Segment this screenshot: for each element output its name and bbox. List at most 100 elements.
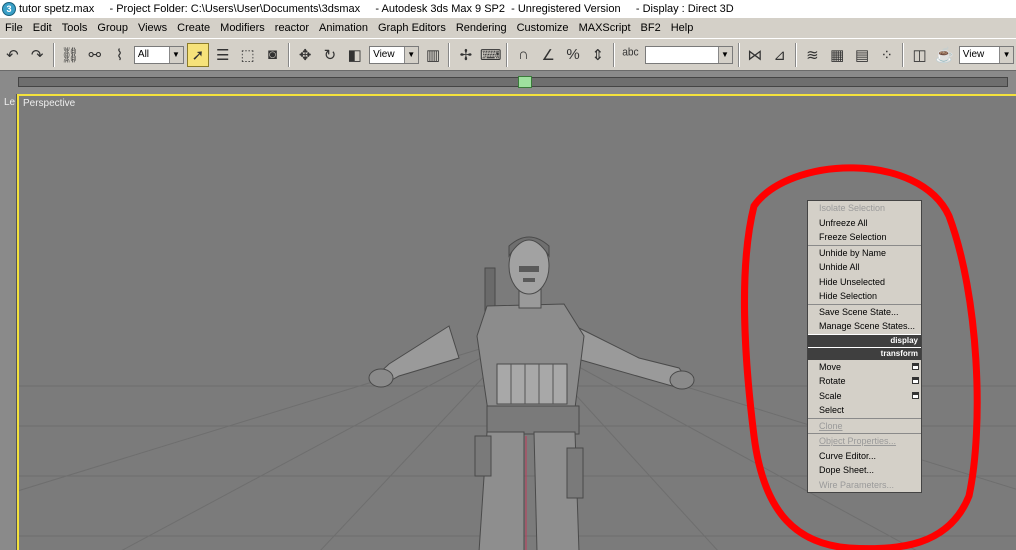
- select-and-rotate-icon[interactable]: ↻: [319, 43, 342, 67]
- toolbar-separator: [613, 42, 616, 67]
- settings-box-icon[interactable]: [912, 391, 919, 399]
- dropdown-arrow-icon: ▼: [717, 46, 732, 63]
- menu-rendering[interactable]: Rendering: [451, 18, 512, 38]
- toolbar-separator: [795, 42, 798, 67]
- select-by-name-icon[interactable]: ☰: [211, 43, 234, 67]
- quad-item-freeze-selection[interactable]: Freeze Selection: [808, 230, 921, 245]
- menu-group[interactable]: Group: [92, 18, 133, 38]
- schematic-view-icon[interactable]: ▤: [851, 43, 874, 67]
- menu-modifiers[interactable]: Modifiers: [215, 18, 270, 38]
- quad-item-clone: Clone: [819, 420, 843, 431]
- reference-coordinate-dropdown[interactable]: View ▼: [369, 45, 419, 64]
- quad-item-isolate-selection: Isolate Selection: [819, 203, 886, 213]
- percent-snap-icon[interactable]: %: [562, 43, 585, 67]
- 3dsmax-logo-icon: 3: [2, 2, 16, 16]
- quad-menu: Isolate Selection Unfreeze All Freeze Se…: [807, 200, 922, 493]
- align-icon[interactable]: ⊿: [768, 43, 791, 67]
- selection-filter-value: All: [137, 49, 150, 60]
- angle-snap-icon[interactable]: ∠: [537, 43, 560, 67]
- quad-scene-state-group: Save Scene State... Manage Scene States.…: [808, 305, 921, 334]
- toolbar-separator: [287, 42, 290, 67]
- select-and-scale-icon[interactable]: ◧: [343, 43, 366, 67]
- perspective-viewport[interactable]: Perspective Isolate Selection Unfreeze A…: [17, 94, 1016, 550]
- menu-reactor[interactable]: reactor: [270, 18, 314, 38]
- quad-item-save-scene-state[interactable]: Save Scene State...: [808, 305, 921, 320]
- quad-item-manage-scene-states[interactable]: Manage Scene States...: [808, 319, 921, 334]
- time-slider-track[interactable]: [18, 77, 1008, 87]
- left-viewport-edge[interactable]: Le: [0, 94, 17, 550]
- named-selection-sets-dropdown[interactable]: ▼: [644, 45, 733, 64]
- window-crossing-icon[interactable]: ◙: [261, 43, 284, 67]
- quad-item-unhide-all[interactable]: Unhide All: [808, 260, 921, 275]
- menu-views[interactable]: Views: [133, 18, 172, 38]
- dropdown-arrow-icon: ▼: [168, 46, 183, 63]
- quad-item-curve-editor[interactable]: Curve Editor...: [808, 449, 921, 464]
- quick-render-icon[interactable]: ☕: [933, 43, 956, 67]
- spinner-snap-icon[interactable]: ⇕: [586, 43, 609, 67]
- render-scene-icon[interactable]: ◫: [908, 43, 931, 67]
- snaps-toggle-icon[interactable]: ∩: [512, 43, 535, 67]
- rectangular-selection-icon[interactable]: ⬚: [236, 43, 259, 67]
- quad-item-unhide-by-name[interactable]: Unhide by Name: [808, 246, 921, 261]
- quad-transform-group: Move Rotate Scale Select: [808, 360, 921, 419]
- menu-tools[interactable]: Tools: [57, 18, 93, 38]
- pivot-point-center-icon[interactable]: ▥: [422, 43, 445, 67]
- toolbar-separator: [737, 42, 740, 67]
- quad-item-scale[interactable]: Scale: [808, 389, 921, 404]
- toolbar-separator: [52, 42, 55, 67]
- dropdown-arrow-icon: ▼: [999, 46, 1014, 63]
- quad-item-rotate-label: Rotate: [819, 376, 846, 386]
- undo-icon[interactable]: ↶: [1, 43, 24, 67]
- quad-item-rotate[interactable]: Rotate: [808, 374, 921, 389]
- settings-box-icon[interactable]: [912, 377, 919, 384]
- toolbar-separator: [902, 42, 905, 67]
- quad-item-select[interactable]: Select: [808, 403, 921, 418]
- quad-item-unfreeze-all[interactable]: Unfreeze All: [808, 216, 921, 231]
- quad-display-header: display: [808, 333, 921, 347]
- window-title: tutor spetz.max - Project Folder: C:\Use…: [19, 3, 734, 15]
- quad-display-group: Isolate Selection Unfreeze All Freeze Se…: [808, 201, 921, 246]
- title-bar: 3 tutor spetz.max - Project Folder: C:\U…: [0, 0, 1016, 18]
- quad-item-hide-selection[interactable]: Hide Selection: [808, 289, 921, 304]
- layer-manager-icon[interactable]: ≋: [801, 43, 824, 67]
- menu-create[interactable]: Create: [172, 18, 215, 38]
- menu-bar: File Edit Tools Group Views Create Modif…: [0, 18, 1016, 38]
- quad-item-move[interactable]: Move: [808, 360, 921, 375]
- time-slider-thumb[interactable]: [518, 76, 532, 88]
- menu-help[interactable]: Help: [666, 18, 699, 38]
- reference-coordinate-value: View: [373, 49, 395, 60]
- mirror-icon[interactable]: ⋈: [744, 43, 767, 67]
- material-editor-icon[interactable]: ⁘: [875, 43, 898, 67]
- main-toolbar: ↶ ↷ ⛓ ⚯ ⌇ All ▼ ➚ ☰ ⬚ ◙ ✥ ↻ ◧ View ▼ ▥ ✢…: [0, 38, 1016, 70]
- render-viewport-dropdown[interactable]: View ▼: [958, 45, 1015, 64]
- render-viewport-value: View: [962, 49, 985, 60]
- quad-item-dope-sheet[interactable]: Dope Sheet...: [808, 463, 921, 478]
- select-and-link-icon[interactable]: ⛓: [59, 43, 82, 67]
- menu-edit[interactable]: Edit: [28, 18, 57, 38]
- settings-box-icon[interactable]: [912, 362, 919, 370]
- unlink-selection-icon[interactable]: ⚯: [83, 43, 106, 67]
- time-slider-bar: [0, 70, 1016, 94]
- select-object-icon[interactable]: ➚: [186, 42, 210, 67]
- select-and-manipulate-icon[interactable]: ✢: [454, 43, 477, 67]
- curve-editor-icon[interactable]: ▦: [826, 43, 849, 67]
- edit-named-selection-icon[interactable]: ᵃᵇᶜ: [619, 43, 642, 67]
- menu-maxscript[interactable]: MAXScript: [574, 18, 636, 38]
- menu-file[interactable]: File: [0, 18, 28, 38]
- select-and-move-icon[interactable]: ✥: [294, 43, 317, 67]
- left-viewport-label: Le: [4, 97, 16, 108]
- menu-animation[interactable]: Animation: [314, 18, 373, 38]
- quad-transform-header: transform: [808, 346, 921, 360]
- quad-editors-group: Object Properties... Curve Editor... Dop…: [808, 434, 921, 492]
- selection-filter-dropdown[interactable]: All ▼: [133, 45, 184, 64]
- soldier-model[interactable]: [368, 236, 695, 550]
- menu-graph-editors[interactable]: Graph Editors: [373, 18, 451, 38]
- quad-clone-group: Clone: [808, 419, 921, 434]
- redo-icon[interactable]: ↷: [26, 43, 49, 67]
- quad-item-hide-unselected[interactable]: Hide Unselected: [808, 275, 921, 290]
- quad-item-object-properties: Object Properties...: [819, 436, 897, 446]
- bind-to-space-warp-icon[interactable]: ⌇: [108, 43, 131, 67]
- menu-customize[interactable]: Customize: [512, 18, 574, 38]
- menu-bf2[interactable]: BF2: [636, 18, 666, 38]
- keyboard-shortcut-override-icon[interactable]: ⌨: [479, 43, 502, 67]
